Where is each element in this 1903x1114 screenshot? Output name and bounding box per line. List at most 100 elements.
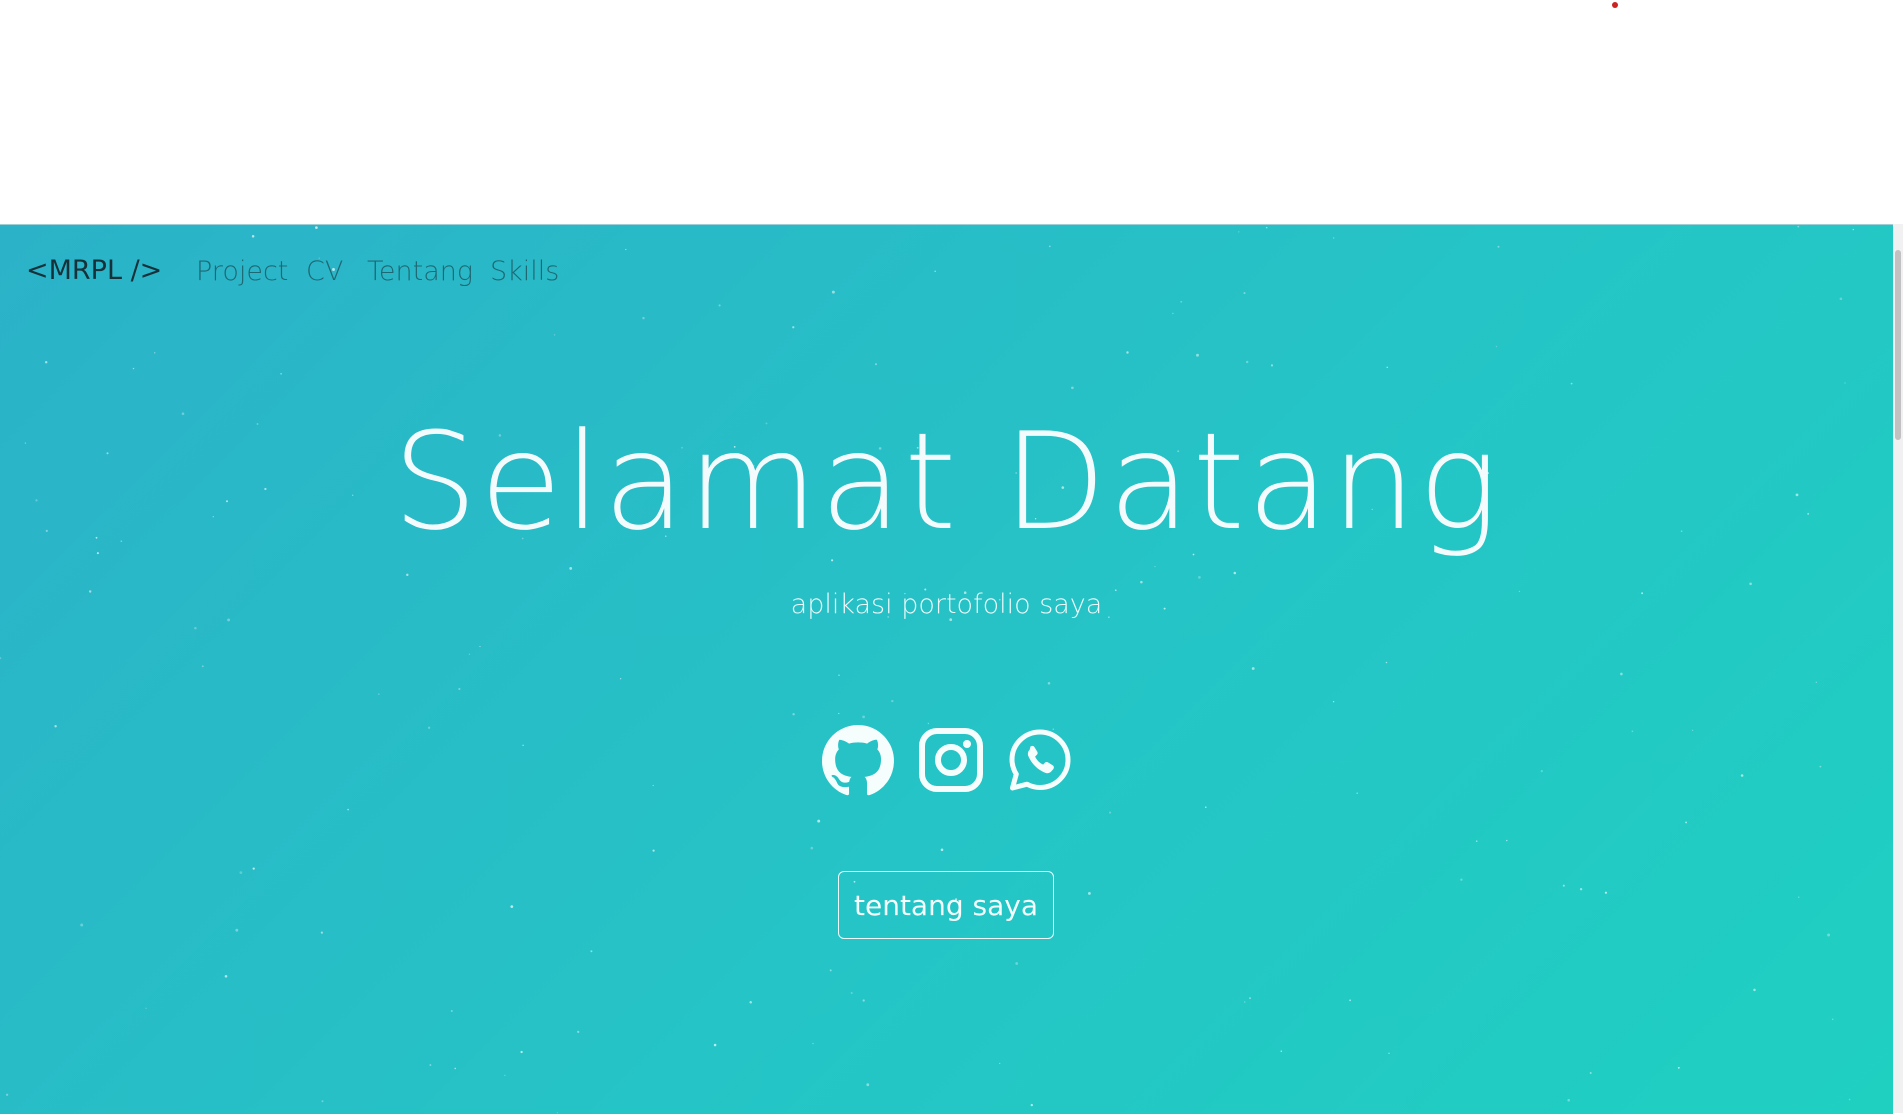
vertical-scrollbar[interactable] bbox=[1893, 224, 1903, 1113]
star-dot bbox=[54, 724, 57, 728]
star-dot bbox=[194, 626, 197, 630]
star-dot bbox=[520, 1050, 523, 1054]
star-dot bbox=[320, 931, 324, 934]
star-dot bbox=[569, 566, 573, 570]
github-icon[interactable] bbox=[822, 725, 894, 796]
star-dot bbox=[792, 713, 795, 716]
star-dot bbox=[1540, 770, 1543, 773]
star-dot bbox=[1685, 821, 1688, 824]
star-dot bbox=[553, 334, 556, 336]
star-dot bbox=[1579, 887, 1583, 891]
star-dot bbox=[1349, 999, 1352, 1002]
star-dot bbox=[792, 326, 795, 329]
star-dot bbox=[1356, 792, 1359, 795]
page-top-blank-area bbox=[0, 0, 1903, 224]
star-dot bbox=[1506, 839, 1508, 842]
star-dot bbox=[850, 992, 853, 994]
star-dot bbox=[468, 653, 471, 655]
star-dot bbox=[927, 722, 930, 725]
star-dot bbox=[1071, 386, 1074, 390]
star-dot bbox=[1475, 840, 1478, 842]
navbar: <MRPL /> Project CV Tentang Skills bbox=[0, 225, 1893, 321]
star-dot bbox=[812, 1042, 814, 1045]
star-dot bbox=[0, 657, 2, 660]
star-dot bbox=[1749, 582, 1752, 586]
star-dot bbox=[1798, 896, 1800, 898]
brand-logo[interactable]: <MRPL /> bbox=[26, 255, 162, 286]
star-dot bbox=[201, 665, 204, 668]
star-dot bbox=[429, 1064, 432, 1066]
star-dot bbox=[862, 715, 866, 719]
whatsapp-icon[interactable] bbox=[1007, 727, 1073, 797]
star-dot bbox=[510, 905, 514, 908]
star-dot bbox=[652, 849, 655, 852]
star-dot bbox=[450, 1009, 453, 1013]
star-dot bbox=[1047, 682, 1051, 685]
star-dot bbox=[1270, 364, 1274, 367]
star-dot bbox=[1815, 681, 1817, 683]
star-dot bbox=[1691, 729, 1694, 731]
star-dot bbox=[427, 726, 431, 729]
star-dot bbox=[1198, 576, 1201, 579]
hero-title: Selamat Datang bbox=[392, 404, 1501, 560]
star-dot bbox=[1385, 661, 1388, 664]
star-dot bbox=[479, 645, 481, 648]
hero-section: <MRPL /> Project CV Tentang Skills Selam… bbox=[0, 224, 1893, 1114]
star-dot bbox=[874, 363, 878, 366]
star-dot bbox=[1827, 933, 1831, 937]
star-dot bbox=[406, 573, 409, 577]
scrollbar-thumb[interactable] bbox=[1895, 250, 1901, 440]
star-dot bbox=[1831, 1018, 1834, 1021]
star-dot bbox=[1251, 667, 1255, 670]
red-dot-marker bbox=[1612, 2, 1618, 8]
star-dot bbox=[1460, 878, 1463, 881]
star-dot bbox=[1249, 997, 1251, 999]
star-dot bbox=[862, 999, 865, 1002]
nav-link-project[interactable]: Project bbox=[196, 256, 288, 287]
star-dot bbox=[1631, 730, 1634, 733]
star-dot bbox=[1604, 891, 1608, 894]
nav-link-tentang[interactable]: Tentang bbox=[367, 256, 473, 287]
instagram-icon[interactable] bbox=[918, 727, 984, 797]
star-dot bbox=[866, 1083, 870, 1087]
star-dot bbox=[132, 367, 135, 370]
star-dot bbox=[1015, 962, 1019, 965]
star-dot bbox=[999, 1062, 1001, 1065]
star-dot bbox=[1620, 672, 1623, 676]
star-dot bbox=[504, 1074, 506, 1076]
star-dot bbox=[1677, 1066, 1680, 1069]
about-me-button[interactable]: tentang saya bbox=[838, 871, 1054, 939]
star-dot bbox=[1245, 360, 1249, 364]
star-dot bbox=[713, 1043, 717, 1047]
star-dot bbox=[838, 674, 840, 676]
star-dot bbox=[1154, 565, 1156, 568]
star-dot bbox=[224, 974, 228, 978]
star-dot bbox=[1740, 774, 1744, 777]
star-dot bbox=[1562, 884, 1565, 887]
star-dot bbox=[1243, 1001, 1246, 1003]
star-dot bbox=[321, 1100, 324, 1103]
star-dot bbox=[1495, 345, 1498, 348]
star-dot bbox=[749, 1001, 752, 1004]
star-dot bbox=[44, 361, 48, 364]
star-dot bbox=[239, 871, 243, 874]
star-dot bbox=[153, 352, 156, 354]
star-dot bbox=[1753, 988, 1756, 992]
star-dot bbox=[577, 1030, 580, 1034]
star-dot bbox=[5, 1093, 9, 1096]
star-dot bbox=[1388, 1052, 1390, 1054]
star-dot bbox=[1567, 1098, 1570, 1102]
star-dot bbox=[838, 712, 840, 715]
star-dot bbox=[1280, 1050, 1283, 1052]
nav-link-skills[interactable]: Skills bbox=[490, 256, 559, 287]
star-dot bbox=[590, 950, 593, 953]
star-dot bbox=[940, 848, 944, 852]
nav-link-cv[interactable]: CV bbox=[306, 256, 343, 287]
star-dot bbox=[1126, 351, 1129, 354]
star-dot bbox=[817, 819, 821, 823]
star-dot bbox=[80, 923, 84, 927]
star-dot bbox=[1087, 891, 1091, 895]
star-dot bbox=[145, 1007, 147, 1009]
star-dot bbox=[891, 699, 894, 703]
starfield-decoration bbox=[0, 225, 1854, 1114]
